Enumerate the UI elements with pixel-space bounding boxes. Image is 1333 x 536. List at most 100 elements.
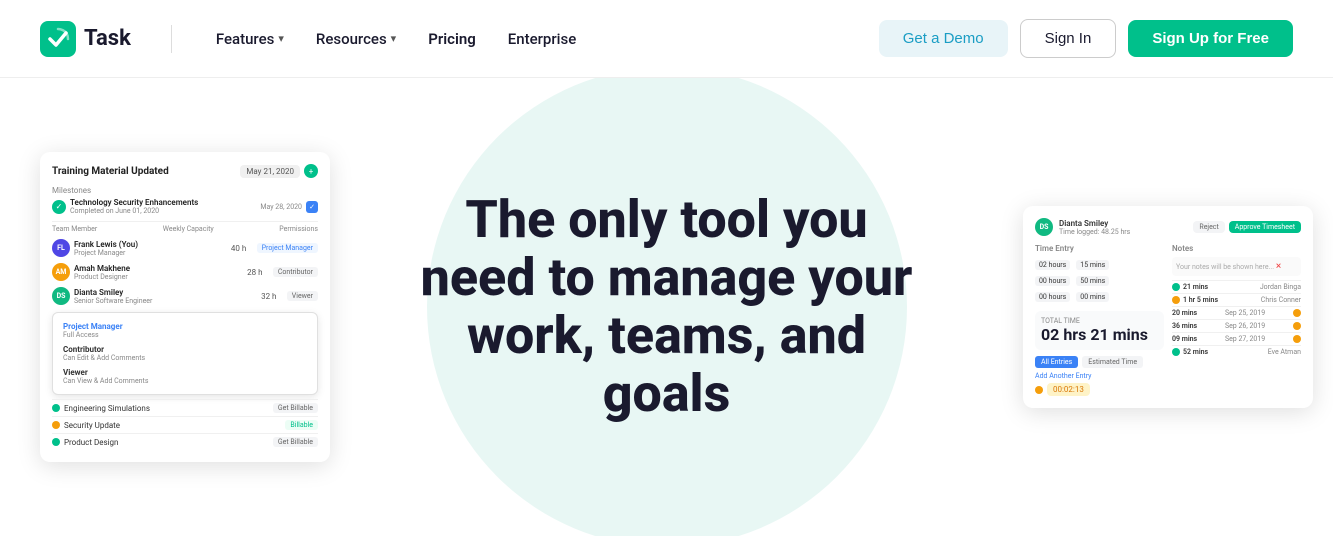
time-logged: Time logged: 48.25 hrs: [1059, 228, 1130, 236]
avatar-amah: AM: [52, 263, 70, 281]
nav-actions: Get a Demo Sign In Sign Up for Free: [879, 19, 1293, 58]
timer-dot: [1035, 386, 1043, 394]
activity-date: Sep 25, 2019: [1225, 309, 1265, 317]
tab-estimated[interactable]: Estimated Time: [1082, 356, 1143, 368]
activity-info: 1 hr 5 mins: [1172, 296, 1218, 304]
main-nav: Task Features ▾ Resources ▾ Pricing Ente…: [0, 0, 1333, 78]
dropdown-manager: Project Manager Full Access: [59, 319, 311, 342]
user-name: Dianta Smiley: [1059, 219, 1130, 228]
dot-icon: [1293, 322, 1301, 330]
task-product: Product Design Get Billable: [52, 433, 318, 450]
hero-section: Training Material Updated May 21, 2020 +…: [0, 78, 1333, 536]
avatar-frank: FL: [52, 239, 70, 257]
nav-divider: [171, 25, 172, 53]
right-panel-header: DS Dianta Smiley Time logged: 48.25 hrs …: [1035, 218, 1301, 236]
chevron-down-icon: ▾: [391, 32, 397, 45]
signup-button[interactable]: Sign Up for Free: [1128, 20, 1293, 57]
activity-name: Jordan Binga: [1260, 283, 1301, 291]
member-frank-info: Frank Lewis (You) Project Manager: [74, 240, 221, 257]
check-box: ✓: [306, 201, 318, 213]
status-dot: [1172, 283, 1180, 291]
signin-button[interactable]: Sign In: [1020, 19, 1117, 58]
notes-area: Your notes will be shown here... ×: [1172, 257, 1301, 276]
activity-mins: 21 mins: [1183, 283, 1208, 291]
hours-select[interactable]: 00 hours: [1035, 292, 1070, 302]
right-panel: DS Dianta Smiley Time logged: 48.25 hrs …: [1023, 206, 1313, 408]
activity-name: Chris Conner: [1261, 296, 1301, 304]
task-name: Security Update: [64, 421, 281, 430]
hours-select[interactable]: 02 hours: [1035, 260, 1070, 270]
capacity-label: Weekly Capacity: [163, 225, 214, 233]
tab-all-entries[interactable]: All Entries: [1035, 356, 1078, 368]
status-dot: [1172, 348, 1180, 356]
mins-select[interactable]: 00 mins: [1076, 292, 1109, 302]
task-name: Engineering Simulations: [64, 404, 269, 413]
nav-features[interactable]: Features ▾: [204, 22, 296, 56]
right-screenshot: DS Dianta Smiley Time logged: 48.25 hrs …: [1023, 206, 1313, 408]
member-amah: AM Amah Makhene Product Designer 28 h Co…: [52, 260, 318, 284]
add-entry-link[interactable]: Add Another Entry: [1035, 372, 1164, 380]
activity-date: Sep 26, 2019: [1225, 322, 1265, 330]
frank-permission: Project Manager: [257, 243, 318, 253]
timer-row: 00:02:13: [1035, 383, 1164, 396]
entry-3: 00 hours 00 mins: [1035, 289, 1164, 305]
frank-capacity: 40 h: [225, 244, 253, 253]
team-label: Team Member: [52, 225, 97, 233]
close-notes-icon[interactable]: ×: [1276, 261, 1281, 272]
timer-value: 00:02:13: [1047, 383, 1090, 396]
hero-title: The only tool you need to manage your wo…: [421, 191, 913, 424]
status-dot: [52, 404, 60, 412]
user-info: DS Dianta Smiley Time logged: 48.25 hrs: [1035, 218, 1130, 236]
entry-2: 00 hours 50 mins: [1035, 273, 1164, 289]
activity-4: 36 mins Sep 26, 2019: [1172, 319, 1301, 332]
entry-1: 02 hours 15 mins: [1035, 257, 1164, 273]
permissions-label: Permissions: [279, 225, 318, 233]
reject-button[interactable]: Reject: [1193, 221, 1224, 233]
left-panel: Training Material Updated May 21, 2020 +…: [40, 152, 330, 462]
status-dot: [52, 421, 60, 429]
demo-button[interactable]: Get a Demo: [879, 20, 1008, 57]
mins-select[interactable]: 50 mins: [1076, 276, 1109, 286]
activity-mins: 36 mins: [1172, 322, 1197, 330]
dianta-capacity: 32 h: [255, 292, 283, 301]
milestone-right: May 28, 2020 ✓: [260, 201, 318, 213]
dot-icon: [1293, 309, 1301, 317]
activity-6: 52 mins Eve Atman: [1172, 345, 1301, 358]
logo-text: Task: [84, 26, 131, 51]
time-entry-label: Time Entry: [1035, 244, 1164, 253]
nav-links: Features ▾ Resources ▾ Pricing Enterpris…: [204, 22, 879, 56]
dot-icon: [1293, 335, 1301, 343]
hero-text: The only tool you need to manage your wo…: [401, 191, 933, 424]
activity-list: 21 mins Jordan Binga 1 hr 5 mins Chris C…: [1172, 280, 1301, 358]
header-actions: May 21, 2020 +: [240, 164, 318, 178]
amah-permission: Contributor: [273, 267, 318, 277]
member-amah-info: Amah Makhene Product Designer: [74, 264, 237, 281]
panel-columns: Time Entry 02 hours 15 mins 00 hours 50 …: [1035, 244, 1301, 396]
panel-header: Training Material Updated May 21, 2020 +: [52, 164, 318, 178]
activity-mins: 1 hr 5 mins: [1183, 296, 1218, 304]
nav-pricing[interactable]: Pricing: [416, 22, 488, 56]
member-dianta-info: Dianta Smiley Senior Software Engineer: [74, 288, 251, 305]
check-icon: ✓: [52, 200, 66, 214]
left-screenshot: Training Material Updated May 21, 2020 +…: [40, 152, 330, 462]
activity-3: 20 mins Sep 25, 2019: [1172, 306, 1301, 319]
activity-info: 52 mins: [1172, 348, 1208, 356]
milestones-label: Milestones: [52, 186, 318, 195]
activity-mins: 09 mins: [1172, 335, 1197, 343]
milestone-row: ✓ Technology Security Enhancements Compl…: [52, 198, 318, 215]
task-tag: Get Billable: [273, 437, 318, 447]
task-tag: Get Billable: [273, 403, 318, 413]
approve-button[interactable]: Approve Timesheet: [1229, 221, 1301, 233]
notes-col: Notes Your notes will be shown here... ×…: [1172, 244, 1301, 396]
nav-enterprise[interactable]: Enterprise: [496, 22, 588, 56]
logo-icon: [40, 21, 76, 57]
milestone-due: May 28, 2020: [260, 203, 302, 211]
dianta-permission: Viewer: [287, 291, 318, 301]
hours-select[interactable]: 00 hours: [1035, 276, 1070, 286]
user-avatar: DS: [1035, 218, 1053, 236]
logo[interactable]: Task: [40, 21, 131, 57]
member-frank: FL Frank Lewis (You) Project Manager 40 …: [52, 236, 318, 260]
activity-1: 21 mins Jordan Binga: [1172, 280, 1301, 293]
mins-select[interactable]: 15 mins: [1076, 260, 1109, 270]
nav-resources[interactable]: Resources ▾: [304, 22, 408, 56]
